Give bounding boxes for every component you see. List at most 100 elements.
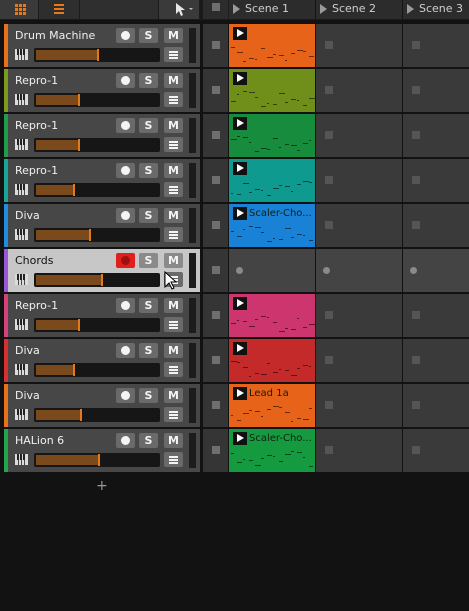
record-arm-button[interactable] bbox=[116, 118, 135, 133]
empty-clip-slot[interactable] bbox=[403, 114, 469, 157]
track-menu-button[interactable] bbox=[164, 137, 183, 152]
clip-slot[interactable]: Scaler-Cho... bbox=[229, 429, 315, 472]
track-name[interactable]: HALion 6 bbox=[15, 434, 64, 447]
empty-clip-slot[interactable] bbox=[316, 69, 402, 112]
solo-button[interactable]: S bbox=[139, 118, 158, 133]
track-menu-button[interactable] bbox=[164, 92, 183, 107]
scene-2-header[interactable]: Scene 2 bbox=[316, 0, 403, 19]
mute-button[interactable]: M bbox=[164, 298, 183, 313]
clip-slot[interactable] bbox=[229, 339, 315, 382]
empty-clip-slot[interactable] bbox=[403, 249, 469, 292]
record-arm-button[interactable] bbox=[116, 298, 135, 313]
empty-clip-slot[interactable] bbox=[316, 114, 402, 157]
solo-button[interactable]: S bbox=[139, 208, 158, 223]
record-arm-button[interactable] bbox=[116, 253, 135, 268]
clip-slot[interactable] bbox=[229, 294, 315, 337]
clip-slot[interactable]: Scaler-Cho... bbox=[229, 204, 315, 247]
track-volume-meter[interactable] bbox=[34, 228, 160, 242]
volume-handle[interactable] bbox=[73, 364, 75, 376]
track-name[interactable]: Repro-1 bbox=[15, 74, 58, 87]
solo-button[interactable]: S bbox=[139, 163, 158, 178]
solo-button[interactable]: S bbox=[139, 343, 158, 358]
clip-slot[interactable] bbox=[229, 159, 315, 202]
track-stop-button[interactable] bbox=[203, 429, 228, 472]
track-menu-button[interactable] bbox=[164, 227, 183, 242]
track-volume-meter[interactable] bbox=[34, 453, 160, 467]
track-stop-button[interactable] bbox=[203, 339, 228, 382]
solo-button[interactable]: S bbox=[139, 433, 158, 448]
track-header[interactable]: Repro-1 S M bbox=[4, 69, 200, 112]
empty-clip-slot[interactable] bbox=[403, 339, 469, 382]
track-menu-button[interactable] bbox=[164, 47, 183, 62]
clip-slot[interactable]: Lead 1a bbox=[229, 384, 315, 427]
track-stop-button[interactable] bbox=[203, 159, 228, 202]
track-stop-button[interactable] bbox=[203, 69, 228, 112]
volume-handle[interactable] bbox=[78, 319, 80, 331]
track-header[interactable]: Repro-1 S M bbox=[4, 114, 200, 157]
scene-3-header[interactable]: Scene 3 bbox=[403, 0, 469, 19]
track-header[interactable]: Diva S M bbox=[4, 339, 200, 382]
solo-button[interactable]: S bbox=[139, 298, 158, 313]
track-volume-meter[interactable] bbox=[34, 363, 160, 377]
empty-clip-slot[interactable] bbox=[403, 69, 469, 112]
clip-slot[interactable] bbox=[229, 114, 315, 157]
volume-handle[interactable] bbox=[97, 49, 99, 61]
record-arm-button[interactable] bbox=[116, 163, 135, 178]
mute-button[interactable]: M bbox=[164, 388, 183, 403]
clip-slot[interactable] bbox=[229, 24, 315, 67]
track-volume-meter[interactable] bbox=[34, 408, 160, 422]
stop-all-clips-button[interactable] bbox=[203, 0, 229, 19]
track-volume-meter[interactable] bbox=[34, 273, 160, 287]
track-stop-button[interactable] bbox=[203, 114, 228, 157]
track-name[interactable]: Drum Machine bbox=[15, 29, 95, 42]
solo-button[interactable]: S bbox=[139, 28, 158, 43]
clip-play-icon[interactable] bbox=[233, 162, 247, 175]
tool-selector[interactable] bbox=[159, 0, 200, 19]
list-view-button[interactable] bbox=[39, 0, 80, 19]
clip-play-icon[interactable] bbox=[233, 297, 247, 310]
add-track-button[interactable]: + bbox=[96, 478, 108, 494]
track-stop-button[interactable] bbox=[203, 249, 228, 292]
track-menu-button[interactable] bbox=[164, 452, 183, 467]
volume-handle[interactable] bbox=[98, 454, 100, 466]
clip-play-icon[interactable] bbox=[233, 342, 247, 355]
track-header[interactable]: Diva S M bbox=[4, 384, 200, 427]
volume-handle[interactable] bbox=[78, 94, 80, 106]
empty-clip-slot[interactable] bbox=[403, 204, 469, 247]
volume-handle[interactable] bbox=[101, 274, 103, 286]
track-header[interactable]: Drum Machine S M bbox=[4, 24, 200, 67]
mute-button[interactable]: M bbox=[164, 433, 183, 448]
volume-handle[interactable] bbox=[78, 139, 80, 151]
track-header[interactable]: HALion 6 SM bbox=[4, 429, 200, 472]
clip-play-icon[interactable] bbox=[233, 27, 247, 40]
record-arm-button[interactable] bbox=[116, 388, 135, 403]
mute-button[interactable]: M bbox=[164, 163, 183, 178]
track-name[interactable]: Diva bbox=[15, 389, 40, 402]
empty-clip-slot[interactable] bbox=[403, 159, 469, 202]
empty-clip-slot[interactable] bbox=[316, 159, 402, 202]
empty-clip-slot[interactable] bbox=[316, 339, 402, 382]
mute-button[interactable]: M bbox=[164, 208, 183, 223]
track-name[interactable]: Diva bbox=[15, 344, 40, 357]
track-menu-button[interactable] bbox=[164, 362, 183, 377]
empty-clip-slot[interactable] bbox=[229, 249, 315, 292]
track-volume-meter[interactable] bbox=[34, 318, 160, 332]
empty-clip-slot[interactable] bbox=[403, 429, 469, 472]
track-header[interactable]: Repro-1 S M bbox=[4, 159, 200, 202]
track-volume-meter[interactable] bbox=[34, 138, 160, 152]
empty-clip-slot[interactable] bbox=[403, 384, 469, 427]
solo-button[interactable]: S bbox=[139, 253, 158, 268]
track-name[interactable]: Repro-1 bbox=[15, 299, 58, 312]
volume-handle[interactable] bbox=[89, 229, 91, 241]
empty-clip-slot[interactable] bbox=[316, 429, 402, 472]
record-arm-button[interactable] bbox=[116, 433, 135, 448]
track-header[interactable]: Diva S M bbox=[4, 204, 200, 247]
empty-clip-slot[interactable] bbox=[316, 204, 402, 247]
mute-button[interactable]: M bbox=[164, 343, 183, 358]
track-stop-button[interactable] bbox=[203, 24, 228, 67]
track-volume-meter[interactable] bbox=[34, 93, 160, 107]
clip-play-icon[interactable] bbox=[233, 207, 247, 220]
track-name[interactable]: Diva bbox=[15, 209, 40, 222]
clip-play-icon[interactable] bbox=[233, 387, 247, 400]
clip-play-icon[interactable] bbox=[233, 432, 247, 445]
